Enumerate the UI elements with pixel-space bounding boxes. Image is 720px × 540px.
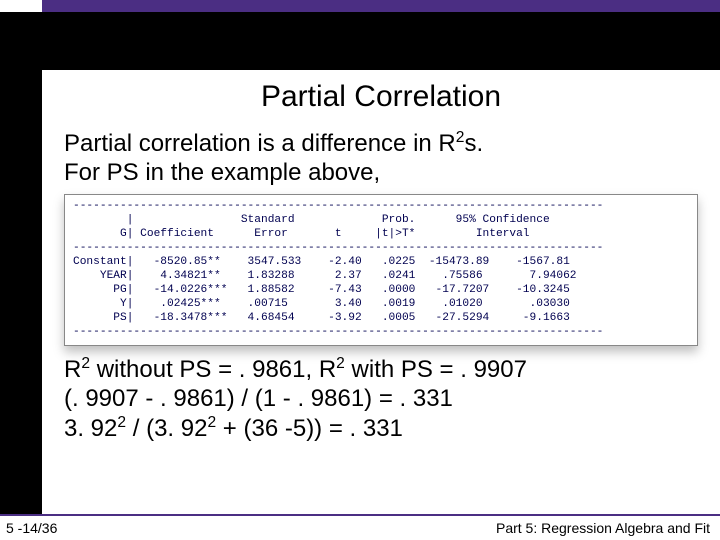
table-row: Constant| -8520.85** 3547.533 -2.40 .022… xyxy=(73,256,570,268)
table-row: PG| -14.0226*** 1.88582 -7.43 .0000 -17.… xyxy=(73,284,570,296)
intro-line-2: For PS in the example above, xyxy=(64,159,380,186)
table-row: YEAR| 4.34821** 1.83288 2.37 .0241 .7558… xyxy=(73,270,577,282)
content-area: Partial Correlation Partial correlation … xyxy=(42,70,720,514)
footer: 5 -14/36 Part 5: Regression Algebra and … xyxy=(0,514,720,540)
calc3-sup2: 2 xyxy=(207,414,216,431)
slide-title: Partial Correlation xyxy=(64,80,698,114)
table-hline-2: ----------------------------------------… xyxy=(73,242,603,254)
intro-line-1b: s. xyxy=(464,130,483,157)
intro-line-1a: Partial correlation is a difference in R xyxy=(64,130,456,157)
table-header-2: G| Coefficient Error t |t|>T* Interval xyxy=(73,228,530,240)
slide: Partial Correlation Partial correlation … xyxy=(0,0,720,540)
regression-output-box: ----------------------------------------… xyxy=(64,194,698,346)
top-black-band xyxy=(42,12,720,70)
calc3-a: 3. 92 xyxy=(64,415,117,442)
calc1-sup2: 2 xyxy=(336,355,345,372)
calc1-b: without PS = . 9861, R xyxy=(90,356,336,383)
calc3-sup1: 2 xyxy=(117,414,126,431)
table-row: PS| -18.3478*** 4.68454 -3.92 .0005 -27.… xyxy=(73,312,570,324)
table-hline-3: ----------------------------------------… xyxy=(73,326,603,338)
section-title: Part 5: Regression Algebra and Fit xyxy=(496,520,710,536)
table-row: Y| .02425*** .00715 3.40 .0019 .01020 .0… xyxy=(73,298,570,310)
calc3-c: + (36 -5)) = . 331 xyxy=(216,415,403,442)
calc2: (. 9907 - . 9861) / (1 - . 9861) = . 331 xyxy=(64,385,453,412)
table-hline-1: ----------------------------------------… xyxy=(73,200,603,212)
page-number: 5 -14/36 xyxy=(6,520,57,536)
regression-output: ----------------------------------------… xyxy=(65,195,697,345)
left-black-column xyxy=(0,12,42,514)
top-accent-bar xyxy=(42,0,720,12)
calc1-sup1: 2 xyxy=(81,355,90,372)
calc3-b: / (3. 92 xyxy=(126,415,207,442)
calc-lines: R2 without PS = . 9861, R2 with PS = . 9… xyxy=(64,354,698,444)
table-header-1: | Standard Prob. 95% Confidence xyxy=(73,214,550,226)
intro-text: Partial correlation is a difference in R… xyxy=(64,128,698,188)
calc1-a: R xyxy=(64,356,81,383)
calc1-c: with PS = . 9907 xyxy=(345,356,527,383)
